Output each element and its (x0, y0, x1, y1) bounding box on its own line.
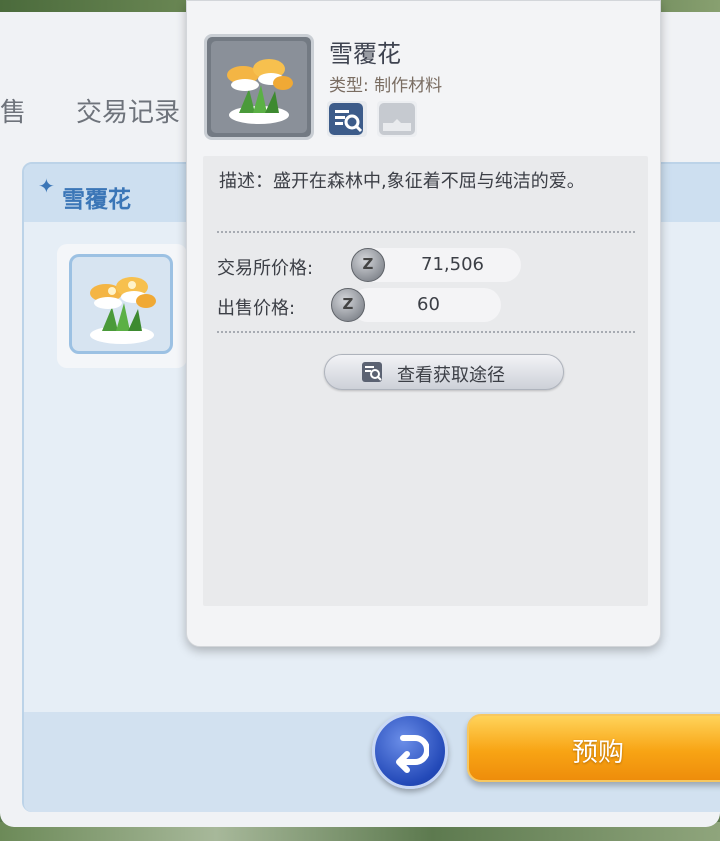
lookup-icon (362, 362, 382, 382)
acquire-button-label: 查看获取途径 (397, 365, 505, 386)
type-value: 制作材料 (374, 76, 443, 96)
tab-trade-records[interactable]: 交易记录 (76, 92, 180, 129)
item-lookup-icon[interactable] (327, 101, 367, 137)
item-tooltip: 雪覆花 类型: 制作材料 描述：盛开在森林中,象征着不屈与纯洁的爱。 交易所价格… (186, 0, 661, 647)
tooltip-item-icon (204, 34, 314, 140)
exchange-price-value: 71,506 (421, 254, 484, 275)
back-button[interactable] (372, 713, 448, 789)
tab-sell[interactable]: 售 (0, 92, 26, 129)
divider (217, 331, 635, 333)
preorder-button[interactable]: 预购 (467, 714, 720, 782)
sell-price-label: 出售价格: (217, 298, 296, 319)
zeny-coin-icon: Z (331, 288, 365, 322)
exchange-price-label: 交易所价格: (217, 258, 314, 279)
sparkle-icon: ✦ (38, 174, 55, 198)
view-acquire-route-button[interactable]: 查看获取途径 (324, 354, 564, 390)
snow-flower-icon[interactable] (69, 254, 173, 354)
item-cell[interactable] (57, 244, 187, 368)
sell-price-value: 60 (417, 294, 440, 315)
tooltip-body: 描述：盛开在森林中,象征着不屈与纯洁的爱。 交易所价格: Z 71,506 出售… (203, 156, 648, 606)
item-title: 雪覆花 (62, 187, 131, 213)
item-description: 描述：盛开在森林中,象征着不屈与纯洁的爱。 (219, 171, 585, 192)
tooltip-item-type: 类型: 制作材料 (329, 71, 442, 96)
preorder-label: 预购 (572, 738, 625, 768)
back-arrow-icon (396, 735, 429, 773)
zeny-coin-icon: Z (351, 248, 385, 282)
tooltip-item-name: 雪覆花 (329, 40, 401, 68)
divider (217, 231, 635, 233)
type-label: 类型: (329, 76, 369, 96)
item-preview-icon[interactable] (377, 101, 417, 137)
